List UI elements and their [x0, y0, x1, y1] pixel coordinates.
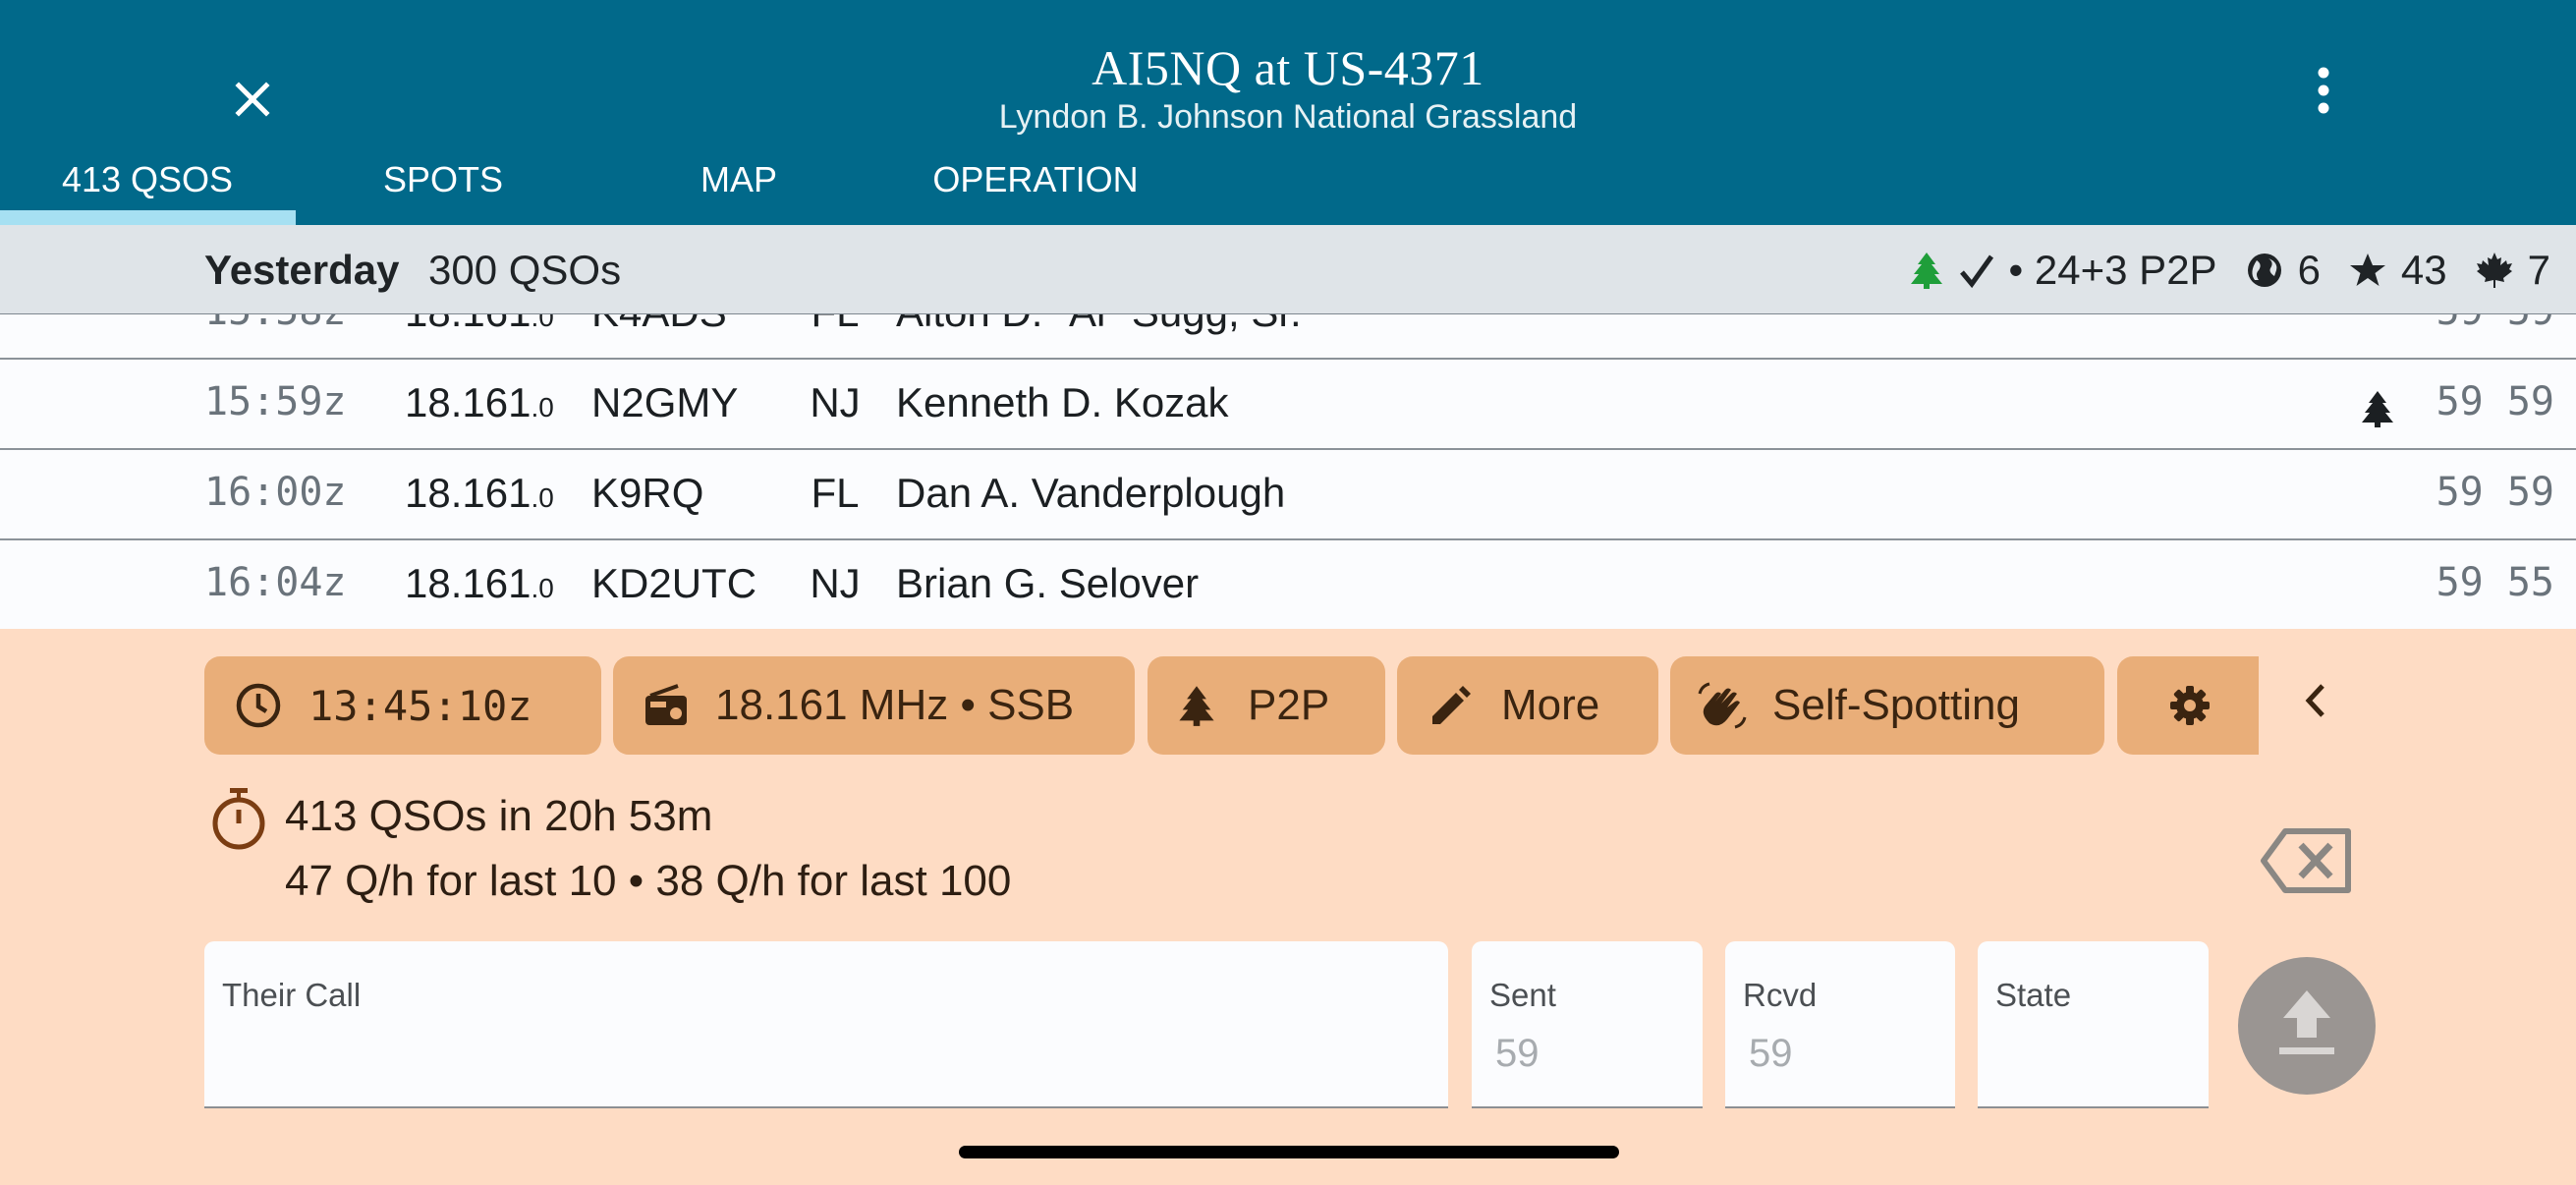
tab-qsos[interactable]: 413 QSOS [0, 159, 295, 200]
qso-callsign: K4ADS [591, 314, 727, 336]
qso-frequency: 18.161.0 [405, 379, 554, 425]
state-label: State [1995, 977, 2072, 1013]
page-title: AI5NQ at US-4371 [1092, 40, 1484, 95]
qso-state: FL [806, 314, 865, 336]
radio-icon [645, 684, 687, 725]
sent-rst-field[interactable]: Sent 59 [1472, 941, 1703, 1108]
dx-count: 6 [2297, 247, 2321, 293]
home-indicator[interactable] [959, 1146, 1619, 1158]
day-label: Yesterday [204, 247, 400, 293]
qso-time: 16:00z [204, 470, 347, 515]
time-chip[interactable]: 13:45:10z [204, 656, 601, 755]
table-row[interactable]: 16:00z 18.161.0 K9RQ FL Dan A. Vanderplo… [0, 450, 2576, 540]
qso-callsign: KD2UTC [591, 560, 757, 606]
tab-operation[interactable]: OPERATION [888, 159, 1183, 200]
upload-icon [2279, 990, 2334, 1054]
summary-stats: • 24+3 P2P 6 43 7 [1909, 243, 2550, 298]
qso-time: 15:59z [204, 379, 347, 424]
qso-rate-summary: 413 QSOs in 20h 53m [285, 792, 713, 840]
tab-spots[interactable]: SPOTS [296, 159, 590, 200]
park-tree-icon [1910, 253, 1942, 289]
self-spotting-chip[interactable]: Self-Spotting [1670, 656, 2104, 755]
check-icon [1959, 254, 1993, 289]
sent-placeholder: 59 [1495, 1032, 1540, 1075]
backspace-icon[interactable] [2260, 825, 2354, 896]
table-row[interactable]: 15:58z 18.161.0 K4ADS FL Alton D. "Al" S… [0, 314, 2576, 360]
p2p-label: P2P [1248, 681, 1330, 729]
qso-time: 15:58z [204, 314, 347, 334]
day-qso-count: 300 QSOs [428, 247, 622, 293]
rcvd-placeholder: 59 [1749, 1032, 1793, 1075]
active-tab-indicator [0, 210, 296, 225]
tab-map[interactable]: MAP [591, 159, 886, 200]
p2p-count: • 24+3 P2P [2008, 247, 2217, 293]
settings-chip[interactable] [2117, 656, 2259, 755]
state-field[interactable]: State [1978, 941, 2209, 1108]
qso-callsign: K9RQ [591, 470, 704, 516]
sent-label: Sent [1489, 977, 1556, 1013]
qso-rst: 59 59 [2436, 379, 2554, 424]
their-call-label: Their Call [222, 977, 362, 1013]
day-summary-bar: Yesterday 300 QSOs • 24+3 P2P 6 43 7 [0, 225, 2576, 315]
qso-rate-detail: 47 Q/h for last 10 • 38 Q/h for last 100 [285, 857, 1012, 905]
chevron-left-icon[interactable] [2291, 676, 2340, 725]
rcvd-rst-field[interactable]: Rcvd 59 [1725, 941, 1955, 1108]
more-chip[interactable]: More [1397, 656, 1658, 755]
qso-operator-name: Kenneth D. Kozak [896, 379, 1229, 425]
qso-state: FL [811, 470, 860, 516]
frequency-mode: 18.161 MHz • SSB [715, 681, 1075, 729]
time-value: 13:45:10z [308, 681, 532, 730]
table-row[interactable]: 16:04z 18.161.0 KD2UTC NJ Brian G. Selov… [0, 540, 2576, 629]
p2p-chip[interactable]: P2P [1148, 656, 1385, 755]
gear-icon [2170, 686, 2210, 725]
log-qso-button[interactable] [2238, 957, 2376, 1095]
self-spotting-label: Self-Spotting [1772, 681, 2020, 729]
qso-operator-name: Dan A. Vanderplough [896, 470, 1286, 516]
qso-rst: 59 59 [2436, 470, 2554, 515]
globe-icon [2247, 254, 2281, 287]
more-label: More [1501, 681, 1600, 729]
qso-rst: 59 59 [2436, 314, 2554, 334]
canada-count: 7 [2527, 247, 2550, 293]
page-subtitle: Lyndon B. Johnson National Grassland [998, 98, 1578, 136]
pencil-icon [1432, 686, 1471, 724]
maple-leaf-icon [2476, 253, 2512, 288]
their-call-field[interactable]: Their Call [204, 941, 1448, 1108]
park-tree-icon [1179, 686, 1214, 726]
qso-state: NJ [810, 379, 861, 425]
qso-operator-name: Alton D. "Al" Sugg, Sr. [896, 314, 1302, 336]
more-vert-icon[interactable] [2299, 61, 2348, 120]
clock-icon [236, 683, 281, 728]
waving-hand-icon [1698, 682, 1747, 729]
qso-log-list[interactable]: 15:58z 18.161.0 K4ADS FL Alton D. "Al" S… [0, 314, 2576, 629]
star-icon [2349, 254, 2385, 286]
rcvd-label: Rcvd [1743, 977, 1818, 1013]
qso-frequency: 18.161.0 [405, 314, 554, 335]
table-row[interactable]: 15:59z 18.161.0 N2GMY NJ Kenneth D. Koza… [0, 360, 2576, 450]
qso-time: 16:04z [204, 560, 347, 605]
qso-frequency: 18.161.0 [405, 560, 554, 606]
radio-chip[interactable]: 18.161 MHz • SSB [613, 656, 1135, 755]
qso-rst: 59 55 [2436, 560, 2554, 605]
timer-icon [212, 788, 265, 850]
qso-callsign: N2GMY [591, 379, 739, 425]
park-tree-icon [2362, 391, 2393, 427]
qso-state: NJ [810, 560, 861, 606]
qso-frequency: 18.161.0 [405, 470, 554, 516]
qso-operator-name: Brian G. Selover [896, 560, 1200, 606]
app-header: AI5NQ at US-4371 Lyndon B. Johnson Natio… [0, 0, 2576, 225]
state-count: 43 [2400, 247, 2447, 293]
